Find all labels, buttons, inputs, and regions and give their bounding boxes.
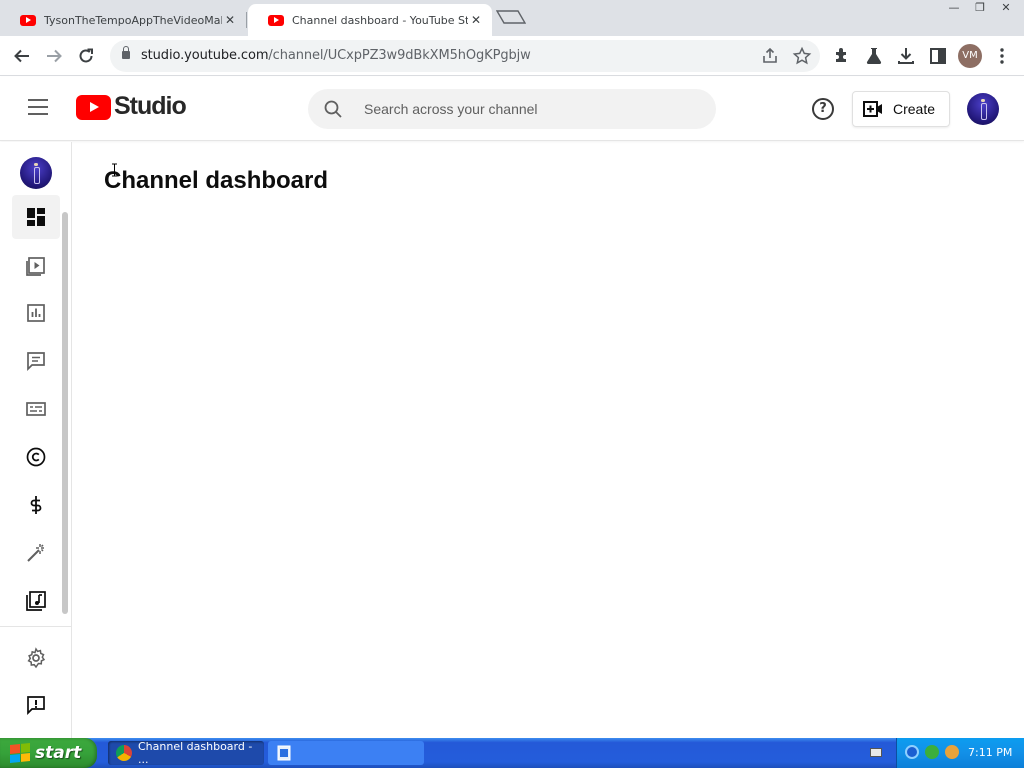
tab-close-icon[interactable]: ✕ (222, 13, 238, 27)
channel-avatar[interactable] (20, 157, 52, 189)
rail-item-send-feedback[interactable] (12, 683, 60, 727)
window-icon (277, 745, 291, 761)
rail-item-dashboard[interactable] (12, 195, 60, 239)
browser-profile-avatar[interactable]: VM (958, 44, 982, 68)
close-window-button[interactable]: ✕ (994, 0, 1018, 16)
security-shield-icon[interactable] (925, 745, 939, 759)
rail-item-content[interactable] (12, 243, 60, 287)
taskbar-item-chrome[interactable]: Channel dashboard - ... (108, 740, 264, 766)
back-button[interactable] (10, 44, 34, 68)
search-icon[interactable] (324, 100, 342, 118)
forward-arrow-icon (47, 49, 62, 63)
studio-logo-text[interactable]: Studio (114, 92, 187, 121)
clock: 7:11 PM (968, 746, 1013, 759)
rail-item-comments[interactable] (12, 339, 60, 383)
windows-flag-icon (10, 742, 30, 764)
browser-tab-channel-dashboard[interactable]: Channel dashboard - YouTube Studio ✕ (248, 4, 492, 36)
tab-separator (246, 12, 247, 28)
more-menu-icon[interactable] (990, 44, 1014, 68)
rail-item-customization[interactable] (12, 531, 60, 575)
share-icon[interactable] (760, 46, 780, 66)
minimize-button[interactable]: — (942, 0, 966, 16)
youtube-logo-icon[interactable] (76, 95, 111, 120)
help-icon[interactable]: ? (812, 98, 834, 120)
windows-taskbar: start Channel dashboard - ... 7:11 PM (0, 738, 1024, 768)
reload-button[interactable] (74, 44, 98, 68)
window-controls: — ❐ ✕ (942, 0, 1018, 16)
search-tray-icon[interactable] (945, 745, 959, 759)
back-arrow-icon (14, 49, 29, 63)
chrome-icon (116, 745, 132, 761)
extensions-puzzle-icon[interactable] (830, 44, 854, 68)
url-path: /channel/UCxpPZ3w9dBkXM5hOgKPgbjw (268, 48, 531, 63)
subtitles-icon (26, 402, 46, 416)
labs-flask-icon[interactable] (862, 44, 886, 68)
lock-icon (122, 46, 130, 59)
music-library-icon (26, 591, 46, 611)
side-panel-icon[interactable] (926, 44, 950, 68)
url-host: studio.youtube.com (141, 48, 269, 63)
page-title: Channel dashboard (104, 167, 329, 194)
rail-item-subtitles[interactable] (12, 387, 60, 431)
start-label: start (35, 743, 82, 763)
taskbar-item-label: Channel dashboard - ... (138, 740, 253, 766)
gear-icon (27, 647, 46, 669)
download-icon[interactable] (894, 44, 918, 68)
create-video-icon (863, 101, 882, 117)
browser-toolbar: studio.youtube.com/channel/UCxpPZ3w9dBkX… (0, 36, 1024, 76)
rail-scrollbar[interactable] (62, 212, 68, 614)
tab-close-icon[interactable]: ✕ (468, 13, 484, 27)
url-text[interactable]: studio.youtube.com/channel/UCxpPZ3w9dBkX… (141, 48, 531, 63)
browser-tab-tyson[interactable]: TysonTheTempoAppTheVideoMaker - ✕ (0, 4, 246, 36)
youtube-favicon-icon (268, 14, 284, 26)
tab-title: TysonTheTempoAppTheVideoMaker - (44, 13, 222, 27)
address-bar[interactable]: studio.youtube.com/channel/UCxpPZ3w9dBkX… (110, 40, 820, 72)
rail-item-analytics[interactable] (12, 291, 60, 335)
content-icon (26, 257, 45, 276)
browser-tab-strip: TysonTheTempoAppTheVideoMaker - ✕ Channe… (0, 0, 1024, 36)
keyboard-language-icon[interactable] (870, 748, 882, 757)
copyright-icon (26, 447, 46, 467)
reload-icon (79, 48, 93, 63)
network-icon[interactable] (905, 745, 919, 759)
rail-item-audio-library[interactable] (12, 579, 60, 623)
bookmark-star-icon[interactable] (792, 46, 812, 66)
start-button[interactable]: start (0, 738, 97, 768)
text-cursor-icon (112, 163, 117, 177)
dollar-icon (30, 496, 42, 514)
comments-icon (27, 352, 45, 372)
dashboard-icon (27, 208, 45, 226)
taskbar-item-window[interactable] (268, 741, 424, 765)
rail-item-settings[interactable] (12, 636, 60, 680)
feedback-icon (27, 696, 45, 716)
search-input[interactable] (364, 97, 694, 121)
new-tab-icon[interactable] (496, 10, 526, 24)
analytics-icon (27, 304, 45, 322)
account-avatar[interactable] (967, 93, 999, 125)
system-tray: 7:11 PM (896, 738, 1024, 768)
create-button-label: Create (893, 101, 936, 117)
search-bar[interactable] (308, 89, 716, 129)
magic-wand-icon (27, 544, 44, 562)
rail-item-copyright[interactable] (12, 435, 60, 479)
restore-button[interactable]: ❐ (968, 0, 992, 16)
youtube-favicon-icon (20, 14, 36, 26)
tab-title: Channel dashboard - YouTube Studio (292, 13, 468, 27)
hamburger-menu-icon[interactable] (28, 99, 48, 115)
rail-item-earn[interactable] (12, 483, 60, 527)
left-nav-rail (0, 142, 72, 738)
create-button[interactable]: Create (852, 91, 950, 127)
forward-button[interactable] (42, 44, 66, 68)
studio-header: Studio ? Create (0, 77, 1024, 141)
rail-divider (0, 626, 72, 627)
